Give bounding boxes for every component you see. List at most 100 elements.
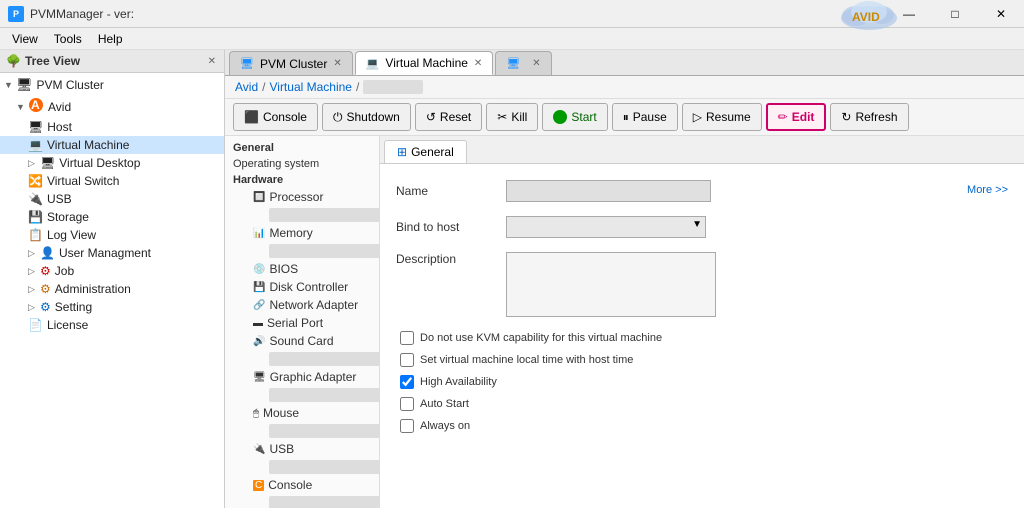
tab-third-close[interactable]: ✕ [532, 58, 540, 69]
prop-sound[interactable]: 🔊 Sound Card [225, 332, 379, 350]
name-input[interactable] [506, 180, 711, 202]
menu-tools[interactable]: Tools [46, 30, 90, 48]
license-icon: 📄 [28, 318, 43, 332]
tab-cluster[interactable]: 🖥 PVM Cluster ✕ [229, 51, 353, 75]
close-button[interactable]: ✕ [978, 0, 1024, 28]
checkbox-localtime-row: Set virtual machine local time with host… [396, 353, 716, 367]
sidebar-item-usb[interactable]: 🔌 USB [0, 190, 224, 208]
graphic-icon: 🖥 [253, 372, 266, 383]
sidebar-vm-label: Virtual Machine [47, 138, 130, 152]
prop-hardware[interactable]: Hardware [225, 172, 379, 188]
maximize-button[interactable]: □ [932, 0, 978, 28]
sidebar-usb-label: USB [47, 192, 72, 206]
sidebar-item-storage[interactable]: 💾 Storage [0, 208, 224, 226]
prop-processor-sub[interactable] [269, 208, 380, 222]
tab-vm-close[interactable]: ✕ [474, 58, 482, 69]
sidebar-item-avid[interactable]: ▼ A Avid [0, 95, 224, 118]
bind-host-select[interactable] [506, 216, 706, 238]
kill-button[interactable]: ✂ Kill [486, 103, 538, 131]
description-textarea[interactable] [506, 252, 716, 317]
reset-icon: ↺ [426, 110, 436, 124]
prop-processor[interactable]: 🔲 Processor [225, 188, 379, 206]
avid-icon: A [28, 97, 44, 116]
sidebar-item-host[interactable]: 🖥 Host [0, 118, 224, 136]
checkbox-ha[interactable] [400, 375, 414, 389]
sidebar-tab-close[interactable]: ✕ [204, 54, 220, 69]
panel-tab-bar: ⊞ General [380, 136, 1024, 164]
expand-icon-um: ▷ [28, 248, 40, 259]
prop-graphic[interactable]: 🖥 Graphic Adapter [225, 368, 379, 386]
sidebar-item-usermgmt[interactable]: ▷ 👤 User Managment [0, 244, 224, 262]
start-button[interactable]: Start [542, 103, 607, 131]
checkbox-localtime[interactable] [400, 353, 414, 367]
vdesktop-icon: 🖥 [40, 156, 55, 170]
prop-diskctrl[interactable]: 💾 Disk Controller [225, 278, 379, 296]
prop-os[interactable]: Operating system [225, 156, 379, 172]
breadcrumb: Avid / Virtual Machine / [225, 76, 1024, 99]
breadcrumb-avid[interactable]: Avid [235, 80, 258, 94]
prop-usb[interactable]: 🔌 USB [225, 440, 379, 458]
prop-usb-sub[interactable] [269, 460, 380, 474]
checkbox-localtime-label: Set virtual machine local time with host… [420, 354, 633, 366]
disk-icon: 💾 [253, 282, 265, 293]
sidebar-job-label: Job [55, 264, 74, 278]
checkbox-autostart[interactable] [400, 397, 414, 411]
prop-sound-sub[interactable] [269, 352, 380, 366]
sidebar-tree-tab[interactable]: 🌳 Tree View [4, 52, 204, 70]
more-link[interactable]: More >> [967, 184, 1008, 196]
shutdown-button[interactable]: ⏻ Shutdown [322, 103, 411, 131]
refresh-button[interactable]: ↻ Refresh [830, 103, 908, 131]
sidebar-vswitch-label: Virtual Switch [47, 174, 119, 188]
prop-network[interactable]: 🔗 Network Adapter [225, 296, 379, 314]
menu-help[interactable]: Help [90, 30, 131, 48]
sidebar-logview-label: Log View [47, 228, 96, 242]
checkbox-kvm[interactable] [400, 331, 414, 345]
tab-third[interactable]: 🖥 ✕ [495, 51, 551, 75]
menubar: View Tools Help [0, 28, 1024, 50]
checkbox-autostart-label: Auto Start [420, 398, 469, 410]
menu-view[interactable]: View [4, 30, 46, 48]
console-button[interactable]: ⬛ Console [233, 103, 318, 131]
resume-button[interactable]: ▷ Resume [682, 103, 762, 131]
tab-cluster-close[interactable]: ✕ [333, 58, 341, 69]
sidebar-item-logview[interactable]: 📋 Log View [0, 226, 224, 244]
sidebar-item-cluster[interactable]: ▼ 🖥 PVM Cluster [0, 75, 224, 95]
content-area: 🖥 PVM Cluster ✕ 💻 Virtual Machine ✕ 🖥 ✕ … [225, 50, 1024, 508]
prop-general[interactable]: General [225, 140, 379, 156]
prop-console-sub[interactable] [269, 496, 380, 508]
resume-icon: ▷ [693, 110, 702, 124]
sidebar-item-vm[interactable]: 💻 Virtual Machine [0, 136, 224, 154]
sidebar-item-admin[interactable]: ▷ ⚙ Administration [0, 280, 224, 298]
prop-memory-sub[interactable] [269, 244, 380, 258]
kill-label: Kill [511, 110, 527, 124]
prop-graphic-sub[interactable] [269, 388, 380, 402]
prop-memory[interactable]: 📊 Memory [225, 224, 379, 242]
sidebar-item-setting[interactable]: ▷ ⚙ Setting [0, 298, 224, 316]
bind-to-host-row: Bind to host ▼ [396, 216, 716, 238]
sidebar-item-license[interactable]: 📄 License [0, 316, 224, 334]
sidebar: 🌳 Tree View ✕ ▼ 🖥 PVM Cluster ▼ A Avid [0, 50, 225, 508]
description-label: Description [396, 252, 496, 266]
resume-label: Resume [706, 110, 751, 124]
prop-bios[interactable]: 💿 BIOS [225, 260, 379, 278]
sidebar-item-job[interactable]: ▷ ⚙ Job [0, 262, 224, 280]
prop-serial[interactable]: ▬ Serial Port [225, 314, 379, 332]
sidebar-vdesktop-label: Virtual Desktop [59, 156, 140, 170]
prop-mouse-sub[interactable] [269, 424, 380, 438]
app-icon: P [8, 6, 24, 22]
breadcrumb-vm[interactable]: Virtual Machine [269, 80, 352, 94]
panel-tab-general[interactable]: ⊞ General [384, 140, 467, 163]
prop-mouse[interactable]: 🖱 Mouse [225, 404, 379, 422]
sidebar-item-vdesktop[interactable]: ▷ 🖥 Virtual Desktop [0, 154, 224, 172]
minimize-button[interactable]: — [886, 0, 932, 28]
sidebar-item-vswitch[interactable]: 🔀 Virtual Switch [0, 172, 224, 190]
tab-vm[interactable]: 💻 Virtual Machine ✕ [355, 51, 494, 75]
tree-icon: 🌳 [6, 54, 21, 68]
prop-console[interactable]: C Console [225, 476, 379, 494]
titlebar: P PVMManager - ver: AVID — □ ✕ [0, 0, 1024, 28]
edit-button[interactable]: ✏ Edit [766, 103, 827, 131]
reset-button[interactable]: ↺ Reset [415, 103, 482, 131]
pause-button[interactable]: ⏸ Pause [612, 103, 678, 131]
name-row: Name [396, 180, 716, 202]
checkbox-alwayson[interactable] [400, 419, 414, 433]
